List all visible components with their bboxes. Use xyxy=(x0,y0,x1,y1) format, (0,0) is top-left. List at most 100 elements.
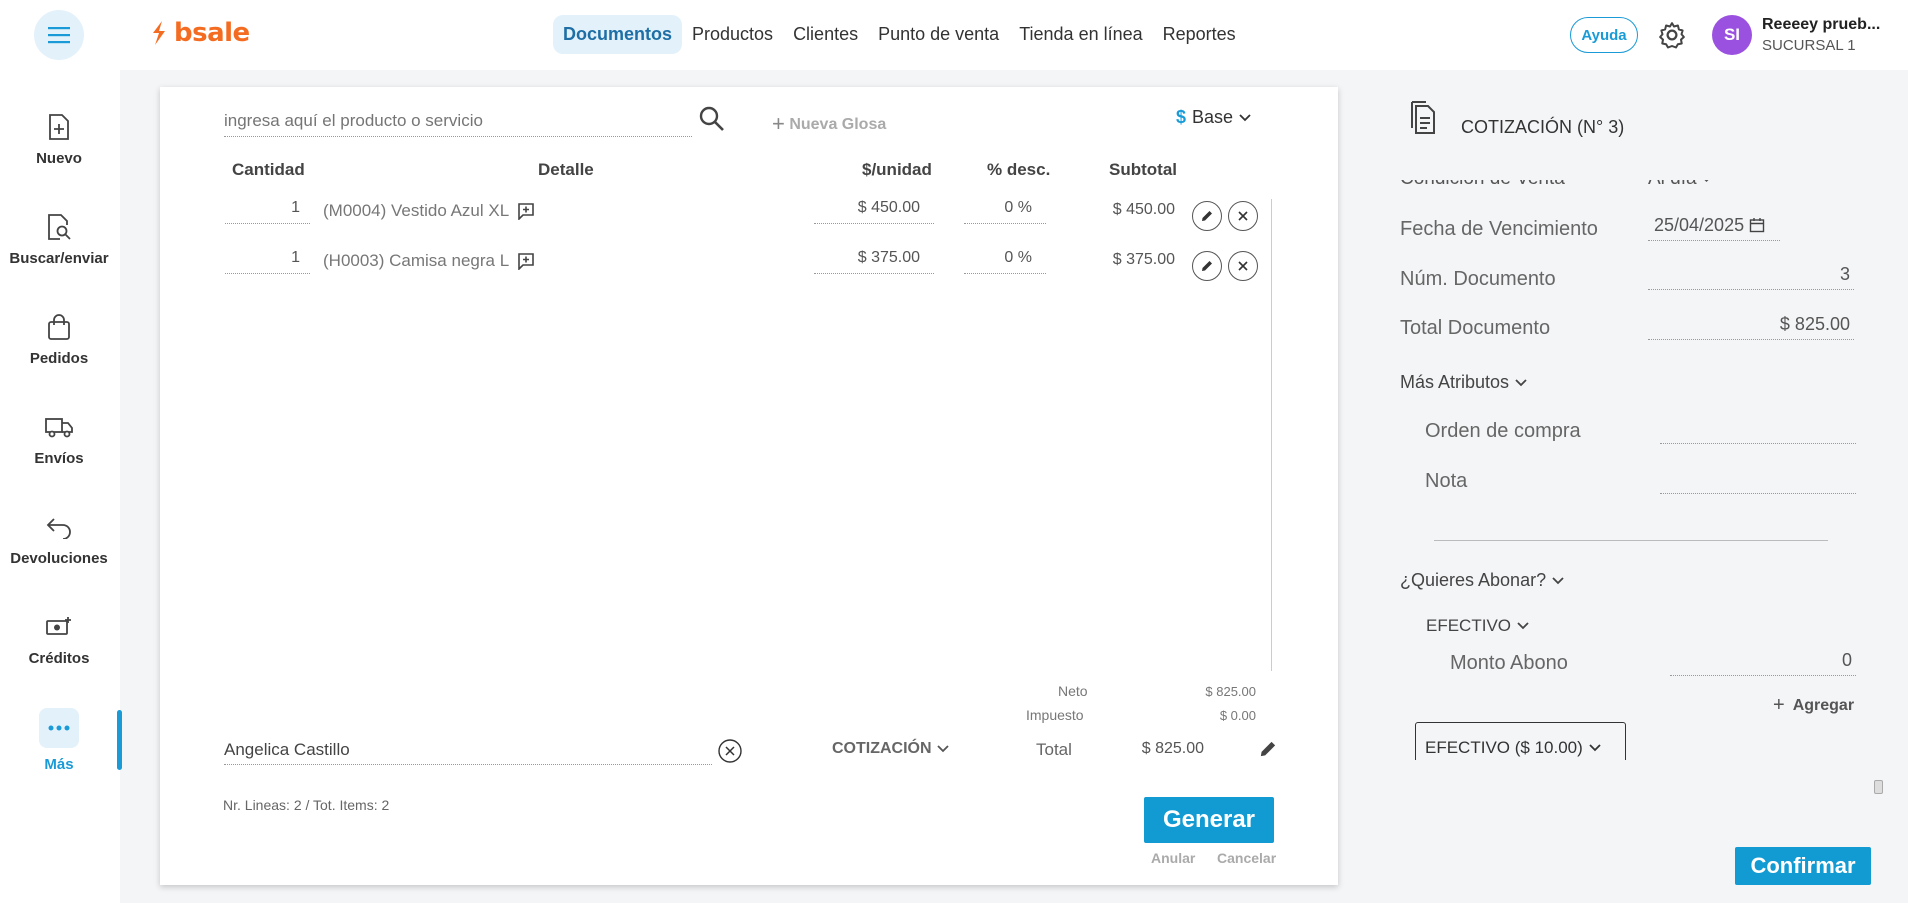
sidebar-item-label: Envíos xyxy=(34,450,84,467)
bsale-logo-text: bsale xyxy=(174,18,250,48)
money-plus-icon xyxy=(46,617,71,635)
payment-method-label: EFECTIVO xyxy=(1426,616,1512,635)
sidebar-item-buscar[interactable]: Buscar/enviar xyxy=(0,212,118,267)
lines-summary: Nr. Lineas: 2 / Tot. Items: 2 xyxy=(223,797,390,813)
file-plus-icon xyxy=(49,114,69,140)
ayuda-button[interactable]: Ayuda xyxy=(1570,17,1638,53)
condicion-select[interactable]: Al día xyxy=(1648,180,1712,190)
document-type-select[interactable]: COTIZACIÓN xyxy=(832,740,949,758)
product-search-input[interactable] xyxy=(224,105,692,137)
nav-tienda-en-linea[interactable]: Tienda en línea xyxy=(1009,15,1152,54)
edit-line-button[interactable] xyxy=(1192,251,1222,281)
cancelar-link[interactable]: Cancelar xyxy=(1217,850,1276,866)
impuesto-value: $ 0.00 xyxy=(1219,708,1256,723)
total-value: $ 825.00 xyxy=(1141,740,1204,757)
sidebar-item-pedidos[interactable]: Pedidos xyxy=(0,312,118,367)
monto-abono-label: Monto Abono xyxy=(1450,652,1568,674)
price-list-select[interactable]: $ Base xyxy=(1176,107,1251,128)
sidebar-item-nuevo[interactable]: Nuevo xyxy=(0,112,118,167)
avatar[interactable]: SI xyxy=(1712,15,1752,55)
sidebar-item-envios[interactable]: Envíos xyxy=(0,412,118,467)
scrollbar-thumb[interactable] xyxy=(1874,780,1883,794)
remove-line-button[interactable] xyxy=(1228,251,1258,281)
line-detail-text: (M0004) Vestido Azul XL xyxy=(323,201,510,220)
monto-abono-field[interactable]: 0 xyxy=(1670,650,1856,676)
user-name[interactable]: Reeeey prueb... xyxy=(1762,16,1880,34)
client-field[interactable]: Angelica Castillo xyxy=(224,737,712,765)
col-unidad: $/unidad xyxy=(862,160,932,179)
bsale-logo[interactable]: bsale xyxy=(150,18,250,48)
chevron-down-icon xyxy=(936,745,949,753)
quantity-field[interactable]: 1 xyxy=(225,249,310,274)
sidebar-item-creditos[interactable]: Créditos xyxy=(0,612,118,667)
agregar-button[interactable]: + Agregar xyxy=(1773,694,1854,717)
nav-documentos[interactable]: Documentos xyxy=(553,15,683,54)
currency-symbol: $ xyxy=(1176,107,1187,127)
discount-field[interactable]: 0 % xyxy=(964,199,1046,224)
generar-button[interactable]: Generar xyxy=(1144,797,1274,843)
sidebar-item-label: Nuevo xyxy=(36,150,82,167)
unit-price-field[interactable]: $ 375.00 xyxy=(814,249,934,274)
col-subtotal: Subtotal xyxy=(1109,160,1177,179)
col-detalle: Detalle xyxy=(538,160,594,179)
close-icon xyxy=(1238,261,1248,271)
payment-chip-label: EFECTIVO ($ 10.00) xyxy=(1425,738,1583,757)
nav-productos[interactable]: Productos xyxy=(682,15,783,54)
condicion-value: Al día xyxy=(1648,180,1697,190)
clear-client-icon[interactable] xyxy=(717,738,743,764)
sidebar-item-mas[interactable]: Más xyxy=(0,708,118,773)
pencil-icon[interactable] xyxy=(1258,739,1278,759)
return-icon xyxy=(46,518,71,539)
num-documento-field[interactable]: 3 xyxy=(1648,264,1854,290)
plus-icon: + xyxy=(1773,694,1785,716)
divider xyxy=(1434,540,1828,541)
agregar-label: Agregar xyxy=(1792,696,1855,714)
neto-label: Neto xyxy=(1058,683,1088,699)
nav-reportes[interactable]: Reportes xyxy=(1153,15,1246,54)
menu-button[interactable] xyxy=(34,10,84,60)
vencimiento-label: Fecha de Vencimiento xyxy=(1400,218,1598,240)
confirmar-button[interactable]: Confirmar xyxy=(1735,847,1871,885)
impuesto-label: Impuesto xyxy=(1026,707,1084,723)
document-icon xyxy=(1411,101,1435,134)
nota-label: Nota xyxy=(1425,470,1468,492)
line-detail-text: (H0003) Camisa negra L xyxy=(323,251,510,270)
gear-icon[interactable] xyxy=(1657,20,1687,50)
nota-field[interactable] xyxy=(1660,468,1856,494)
vencimiento-value: 25/04/2025 xyxy=(1654,215,1745,235)
orden-compra-label: Orden de compra xyxy=(1425,420,1581,442)
pencil-icon xyxy=(1202,261,1212,271)
unit-price-field[interactable]: $ 450.00 xyxy=(814,199,934,224)
add-comment-icon[interactable] xyxy=(517,202,535,220)
details-scroll-area[interactable]: Condición de Venta Al día Fecha de Venci… xyxy=(1370,180,1890,760)
edit-line-button[interactable] xyxy=(1192,201,1222,231)
add-comment-icon[interactable] xyxy=(517,252,535,270)
table-row: 1 (H0003) Camisa negra L $ 375.00 0 % $ … xyxy=(160,249,1338,289)
chevron-down-icon xyxy=(1239,113,1251,121)
remove-line-button[interactable] xyxy=(1228,201,1258,231)
payment-chip[interactable]: EFECTIVO ($ 10.00) xyxy=(1415,722,1626,760)
condicion-label: Condición de Venta xyxy=(1400,180,1565,190)
line-detail: (H0003) Camisa negra L xyxy=(323,251,535,271)
vencimiento-field[interactable]: 25/04/2025 xyxy=(1648,215,1780,241)
sidebar-item-label: Buscar/enviar xyxy=(9,250,109,267)
lines-scrollbar xyxy=(1271,199,1272,671)
payment-method-select[interactable]: EFECTIVO xyxy=(1426,616,1529,636)
search-icon[interactable] xyxy=(698,105,726,133)
quantity-field[interactable]: 1 xyxy=(225,199,310,224)
hamburger-icon xyxy=(48,27,70,44)
quieres-abonar-toggle[interactable]: ¿Quieres Abonar? xyxy=(1400,570,1564,591)
orden-compra-field[interactable] xyxy=(1660,418,1856,444)
line-subtotal: $ 450.00 xyxy=(1112,201,1175,218)
sidebar-item-label: Pedidos xyxy=(29,350,89,367)
discount-field[interactable]: 0 % xyxy=(964,249,1046,274)
nav-clientes[interactable]: Clientes xyxy=(783,15,868,54)
top-bar: bsale Documentos Productos Clientes Punt… xyxy=(0,0,1908,70)
calendar-icon[interactable] xyxy=(1749,217,1765,233)
sidebar-item-devoluciones[interactable]: Devoluciones xyxy=(0,512,118,567)
mas-atributos-toggle[interactable]: Más Atributos xyxy=(1400,372,1527,393)
anular-link[interactable]: Anular xyxy=(1151,850,1195,866)
sidebar: Nuevo Buscar/enviar Pedidos Envíos Devol… xyxy=(0,70,122,903)
nav-punto-de-venta[interactable]: Punto de venta xyxy=(868,15,1009,54)
nueva-glosa-button[interactable]: + Nueva Glosa xyxy=(772,109,886,136)
